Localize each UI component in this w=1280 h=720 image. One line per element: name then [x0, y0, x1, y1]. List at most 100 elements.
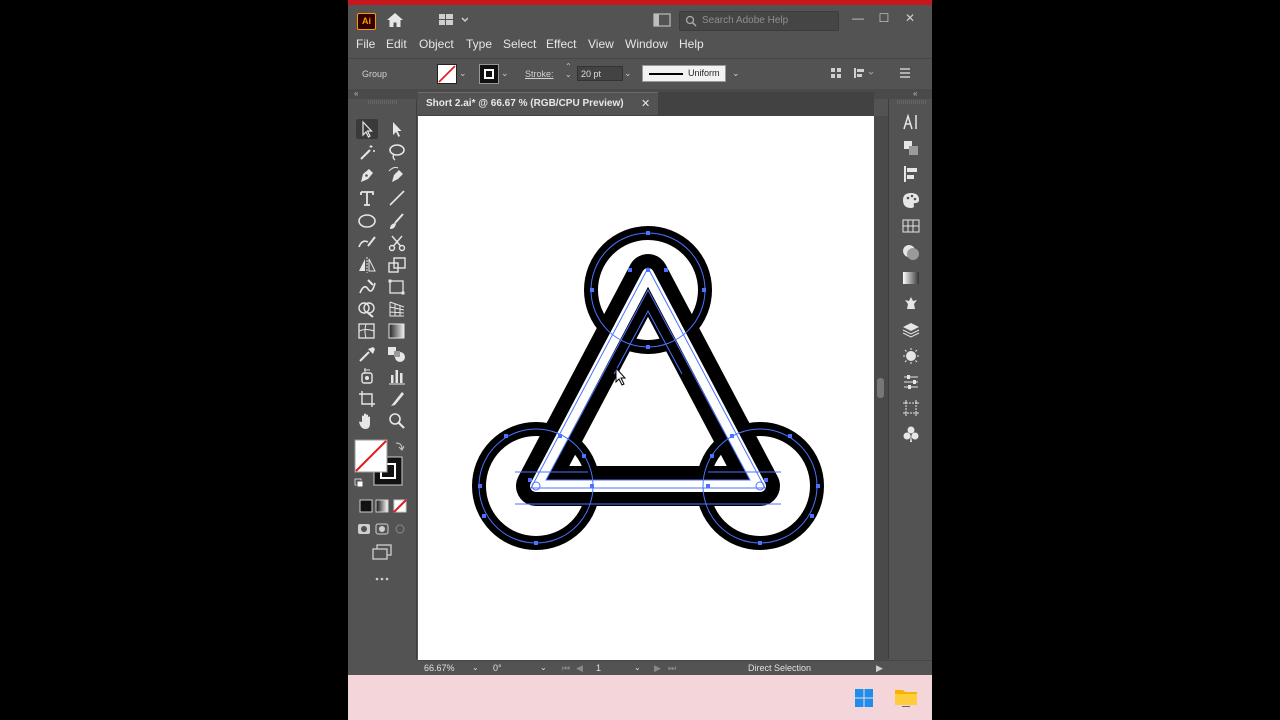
gradient-tool-icon[interactable] [386, 321, 408, 341]
current-tool-readout[interactable]: Direct Selection [748, 663, 811, 673]
vertical-scroll-thumb[interactable] [877, 378, 884, 398]
workspace-switcher-icon[interactable] [438, 13, 468, 27]
next-artboard-icon[interactable]: ▶ [654, 663, 661, 674]
menu-help[interactable]: Help [679, 37, 704, 51]
selection-tool-icon[interactable] [356, 119, 378, 139]
ellipse-tool-icon[interactable] [356, 211, 378, 231]
brushes-icon[interactable] [902, 347, 920, 365]
collapse-tools-icon[interactable]: « [354, 89, 358, 98]
edit-toolbar-icon[interactable] [371, 573, 393, 593]
blend-tool-icon[interactable] [386, 344, 408, 364]
stroke-stepper-icon[interactable]: ⌃ ⌄ [565, 63, 572, 79]
help-search-input[interactable]: Search Adobe Help [679, 11, 839, 31]
column-graph-tool-icon[interactable] [386, 366, 408, 386]
appearance-icon[interactable] [902, 243, 920, 261]
dock-grip-icon[interactable] [897, 100, 927, 104]
draw-inside-icon[interactable] [390, 520, 412, 540]
scissors-tool-icon[interactable] [386, 233, 408, 253]
home-icon[interactable] [385, 11, 405, 29]
close-window-button[interactable]: ✕ [902, 10, 918, 26]
first-artboard-icon[interactable]: ⏮ [562, 663, 570, 674]
menu-file[interactable]: File [356, 37, 375, 51]
screen-mode-icon[interactable] [371, 543, 393, 563]
maximize-button[interactable]: ☐ [876, 10, 892, 26]
menu-effect[interactable]: Effect [546, 37, 576, 51]
transform-options-icon[interactable] [853, 67, 875, 79]
perspective-grid-tool-icon[interactable] [386, 299, 408, 319]
shape-builder-tool-icon[interactable] [356, 299, 378, 319]
artboard[interactable] [418, 116, 874, 660]
menu-object[interactable]: Object [419, 37, 454, 51]
graphic-styles-icon[interactable] [902, 425, 920, 443]
free-transform-tool-icon[interactable] [386, 277, 408, 297]
hand-tool-icon[interactable] [356, 411, 378, 431]
scale-tool-icon[interactable] [386, 255, 408, 275]
mesh-tool-icon[interactable] [356, 321, 378, 341]
direct-selection-tool-icon[interactable] [386, 119, 408, 139]
minimize-button[interactable]: — [850, 10, 866, 26]
menu-view[interactable]: View [588, 37, 614, 51]
last-artboard-icon[interactable]: ⏭ [668, 663, 676, 674]
pen-tool-icon[interactable] [356, 165, 378, 185]
file-explorer-icon[interactable] [894, 687, 918, 707]
artboard-dropdown-icon[interactable]: ⌄ [634, 663, 641, 672]
properties-icon[interactable] [902, 373, 920, 391]
layers-icon[interactable] [902, 321, 920, 339]
fill-stroke-widget[interactable] [354, 439, 410, 491]
menu-edit[interactable]: Edit [386, 37, 407, 51]
type-tool-icon[interactable] [356, 188, 378, 208]
artwork-triangle-rings[interactable] [418, 116, 874, 660]
color-icon[interactable] [902, 191, 920, 209]
windows-start-icon[interactable] [854, 688, 874, 708]
eyedropper-tool-icon[interactable] [356, 344, 378, 364]
paintbrush-tool-icon[interactable] [386, 211, 408, 231]
fill-dropdown-chevron-icon[interactable]: ⌄ [459, 68, 467, 79]
gradient-panel-icon[interactable] [902, 269, 920, 287]
rotation-dropdown-icon[interactable]: ⌄ [540, 663, 547, 672]
symbol-sprayer-tool-icon[interactable] [356, 366, 378, 386]
none-mode-icon[interactable] [390, 497, 412, 517]
artboard-number-field[interactable]: 1 [596, 663, 601, 673]
magic-wand-tool-icon[interactable] [356, 142, 378, 162]
stroke-dropdown-chevron-icon[interactable]: ⌄ [501, 68, 509, 79]
transform-icon[interactable] [902, 139, 920, 157]
slice-tool-icon[interactable] [386, 389, 408, 409]
menu-type[interactable]: Type [466, 37, 492, 51]
stroke-label[interactable]: Stroke: [525, 69, 554, 79]
curvature-tool-icon[interactable] [386, 165, 408, 185]
menu-select[interactable]: Select [503, 37, 536, 51]
artboard-tool-icon[interactable] [356, 389, 378, 409]
align-panel-icon[interactable] [902, 165, 920, 183]
panel-menu-icon[interactable] [899, 67, 911, 79]
arrange-documents-icon[interactable] [653, 13, 671, 27]
fill-swatch[interactable] [437, 64, 457, 84]
align-icon[interactable] [830, 67, 842, 79]
close-document-icon[interactable]: ✕ [641, 97, 650, 110]
reflect-tool-icon[interactable] [356, 255, 378, 275]
warp-tool-icon[interactable] [356, 277, 378, 297]
stroke-swatch[interactable] [479, 64, 499, 84]
symbols-icon[interactable] [902, 295, 920, 313]
stroke-weight-dropdown-icon[interactable]: ⌄ [624, 68, 632, 79]
zoom-tool-icon[interactable] [386, 411, 408, 431]
variable-width-profile-select[interactable]: Uniform [642, 65, 726, 82]
line-segment-tool-icon[interactable] [386, 188, 408, 208]
collapse-panels-icon[interactable]: « [913, 89, 917, 98]
shaper-tool-icon[interactable] [356, 233, 378, 253]
status-menu-arrow-icon[interactable]: ▶ [876, 663, 883, 674]
vertical-scrollbar[interactable] [874, 116, 888, 660]
character-icon[interactable] [902, 113, 920, 131]
zoom-dropdown-icon[interactable]: ⌄ [472, 663, 479, 672]
profile-dropdown-chevron-icon[interactable]: ⌄ [732, 68, 740, 79]
document-tab[interactable]: Short 2.ai* @ 66.67 % (RGB/CPU Preview) … [418, 92, 658, 115]
zoom-level-field[interactable]: 66.67% [424, 663, 455, 673]
tools-grip-icon[interactable] [368, 100, 398, 104]
artboards-icon[interactable] [902, 399, 920, 417]
previous-artboard-icon[interactable]: ◀ [576, 663, 583, 674]
canvas-area[interactable] [418, 116, 888, 660]
lasso-tool-icon[interactable] [386, 142, 408, 162]
swatches-icon[interactable] [902, 217, 920, 235]
stroke-weight-input[interactable]: 20 pt [577, 66, 623, 81]
menu-window[interactable]: Window [625, 37, 668, 51]
rotation-field[interactable]: 0° [493, 663, 502, 673]
